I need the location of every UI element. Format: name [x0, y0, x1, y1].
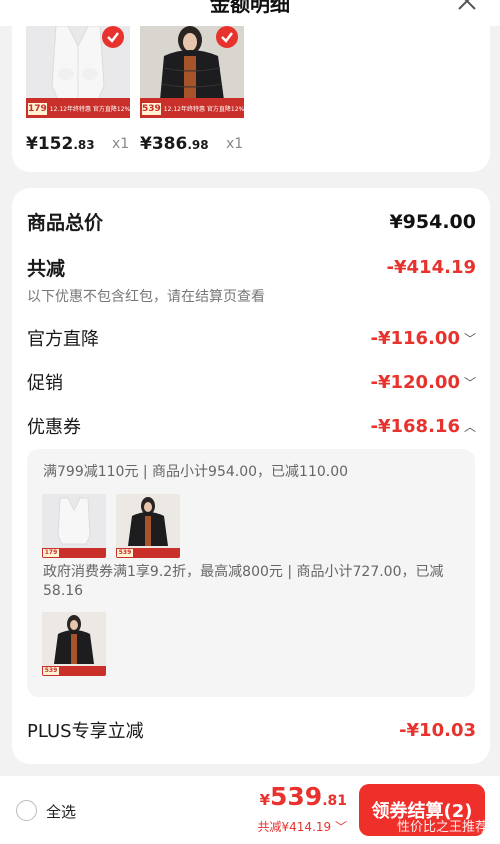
- product-item[interactable]: 539 12.12年终特惠 官方直降12% ¥386.98 x1: [140, 26, 244, 154]
- discount-label: 共减: [27, 258, 66, 280]
- official-discount-value: -¥116.00: [370, 327, 460, 349]
- product-item[interactable]: 179 12.12年终特惠 官方直降12% ¥152.83 x1: [26, 26, 130, 154]
- coupon-line-1: 满799减110元 | 商品小计954.00，已减110.00: [43, 464, 349, 480]
- discount-row: 共减 -¥414.19: [27, 254, 476, 281]
- plus-discount-label: PLUS专享立减: [27, 721, 144, 742]
- select-all-label[interactable]: 全选: [46, 801, 76, 822]
- promo-price: 179: [28, 103, 47, 115]
- coupon-product-thumb: 179: [42, 494, 106, 558]
- subtotal-row: 商品总价 ¥954.00: [27, 208, 476, 235]
- thumb-price: 539: [117, 549, 133, 557]
- discount-value: -¥414.19: [386, 257, 476, 278]
- checkout-bar: 全选 ¥539.81 共减¥414.19 ﹀ 领券结算(2) 性价比之王推荐: [0, 776, 500, 844]
- promotion-value: -¥120.00: [370, 371, 460, 393]
- promo-text: 12.12年终特惠 官方直降12%: [49, 106, 130, 113]
- total-price: ¥539.81: [259, 782, 347, 811]
- official-discount-row[interactable]: 官方直降 -¥116.00 ﹀: [27, 325, 476, 351]
- promo-price-tag: 539 12.12年终特惠 官方直降12%: [140, 98, 244, 118]
- selected-check-icon[interactable]: [216, 26, 238, 48]
- product-card: 179 12.12年终特惠 官方直降12% ¥152.83 x1 539 12.…: [12, 24, 490, 172]
- selected-check-icon[interactable]: [102, 26, 124, 48]
- sheet-header: 金额明细: [0, 0, 500, 26]
- thumb-price: 179: [43, 549, 59, 557]
- official-discount-label: 官方直降: [27, 329, 99, 350]
- product-image: 179 12.12年终特惠 官方直降12%: [26, 26, 130, 118]
- coupon-product-thumb: 539: [42, 612, 106, 676]
- plus-discount-value: -¥10.03: [399, 719, 476, 741]
- plus-discount-row: PLUS专享立减 -¥10.03: [27, 717, 476, 743]
- select-all-radio[interactable]: [16, 800, 37, 821]
- coupon-label: 优惠券: [27, 417, 81, 438]
- chevron-down-icon[interactable]: ﹀: [464, 374, 476, 391]
- price-summary-card: 商品总价 ¥954.00 共减 -¥414.19 以下优惠不包含红包，请在结算页…: [12, 188, 490, 764]
- sheet-title: 金额明细: [210, 0, 290, 16]
- coupon-detail-box: 满799减110元 | 商品小计954.00，已减110.00 179 539 …: [27, 449, 475, 697]
- promotion-row[interactable]: 促销 -¥120.00 ﹀: [27, 369, 476, 395]
- coupon-row[interactable]: 优惠券 -¥168.16 ︿: [27, 413, 476, 439]
- coupon-product-thumb: 539: [116, 494, 180, 558]
- promotion-label: 促销: [27, 373, 63, 394]
- watermark-text: 性价比之王推荐: [396, 820, 488, 835]
- thumb-price: 539: [43, 667, 59, 675]
- close-icon[interactable]: [456, 0, 478, 12]
- discount-note: 以下优惠不包含红包，请在结算页查看: [27, 289, 265, 305]
- product-image: 539 12.12年终特惠 官方直降12%: [140, 26, 244, 118]
- coupon-line-2: 政府消费券满1享9.2折，最高减800元 | 商品小计727.00，已减58.1…: [43, 564, 444, 599]
- promo-price-tag: 179 12.12年终特惠 官方直降12%: [26, 98, 130, 118]
- product-quantity: x1: [112, 136, 130, 152]
- promo-text: 12.12年终特惠 官方直降12%: [163, 106, 244, 113]
- chevron-up-icon[interactable]: ︿: [464, 418, 476, 435]
- product-quantity: x1: [226, 136, 244, 152]
- total-saved[interactable]: 共减¥414.19 ﹀: [258, 818, 347, 835]
- promo-price: 539: [142, 103, 161, 115]
- coupon-value: -¥168.16: [370, 415, 460, 437]
- subtotal-value: ¥954.00: [389, 210, 476, 233]
- subtotal-label: 商品总价: [27, 212, 104, 234]
- chevron-down-icon: ﹀: [334, 820, 347, 834]
- chevron-down-icon[interactable]: ﹀: [464, 330, 476, 347]
